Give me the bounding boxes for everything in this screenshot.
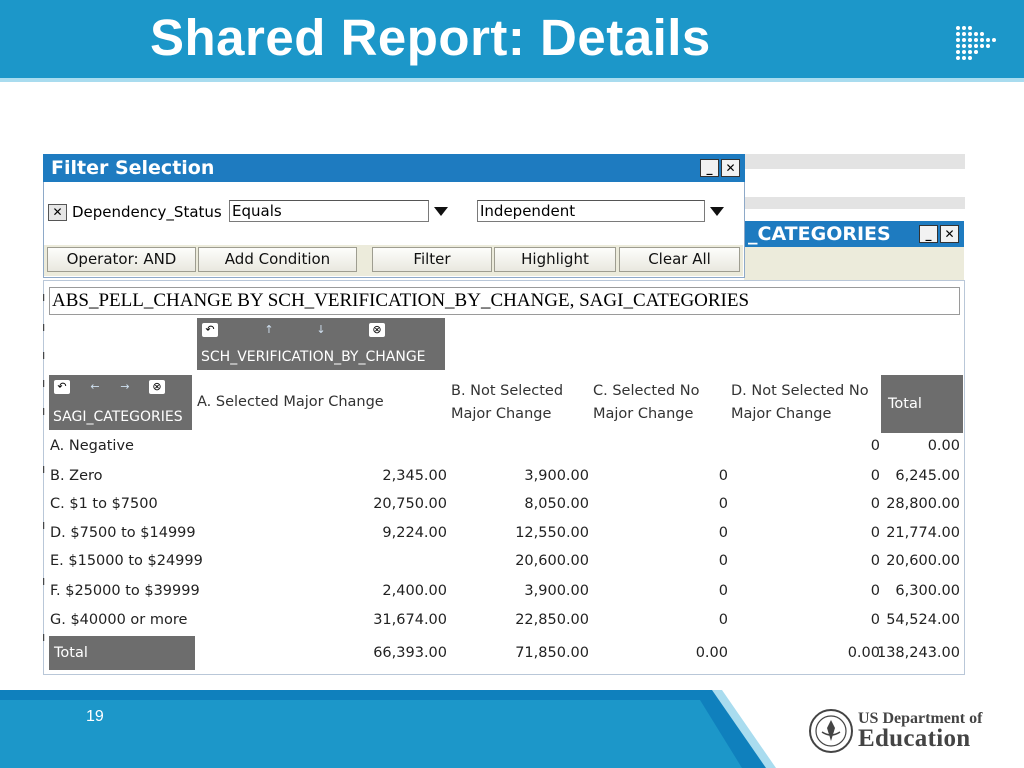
filter-minimize-button[interactable]: _	[700, 159, 719, 177]
table-row: F. $25000 to $39999 2,400.00 3,900.00 0 0 6,3…	[50, 583, 960, 599]
table-row: D. $7500 to $14999 9,224.00 12,550.00 0 0 21,…	[50, 525, 960, 541]
column-header-a: A. Selected Major Change	[197, 394, 384, 410]
column-header-c: C. Selected No Major Change	[593, 383, 700, 422]
column-dimension-label: SCH_VERIFICATION_BY_CHANGE	[201, 349, 426, 365]
filter-field-label: Dependency_Status	[72, 203, 222, 221]
add-condition-button[interactable]: Add Condition	[198, 247, 357, 272]
move-right-icon[interactable]: →	[117, 380, 133, 394]
operator-and-button[interactable]: Operator: AND	[47, 247, 196, 272]
value-select[interactable]: Independent	[477, 200, 705, 222]
highlight-button[interactable]: Highlight	[494, 247, 616, 272]
chevron-down-icon[interactable]	[710, 207, 724, 216]
report-minimize-button[interactable]: _	[919, 225, 938, 243]
report-close-button[interactable]: ✕	[940, 225, 959, 243]
chevron-down-icon[interactable]	[434, 207, 448, 216]
move-left-icon[interactable]: ←	[87, 380, 103, 394]
total-row: 66,393.00 71,850.00 0.00 0.00 138,243.00	[373, 645, 960, 661]
report-window-title: _CATEGORIES	[748, 223, 891, 245]
column-header-d: D. Not Selected No Major Change	[731, 383, 869, 422]
filter-button[interactable]: Filter	[372, 247, 492, 272]
background-window-strip	[744, 154, 965, 169]
department-seal-icon	[809, 709, 853, 753]
report-heading: ABS_PELL_CHANGE BY SCH_VERIFICATION_BY_C…	[49, 287, 960, 315]
column-header-b: B. Not Selected Major Change	[451, 383, 564, 422]
pivot-icon[interactable]: ↶	[202, 323, 218, 337]
remove-dimension-icon[interactable]: ⊗	[369, 323, 385, 337]
remove-condition-button[interactable]: ✕	[48, 204, 67, 221]
table-row: G. $40000 or more 31,674.00 22,850.00 0 0 54,…	[50, 612, 960, 628]
filter-close-button[interactable]: ✕	[721, 159, 740, 177]
table-row: E. $15000 to $24999 20,600.00 0 0 20,600.00	[50, 553, 960, 569]
column-dimension-box[interactable]: ↶ ↑ ↓ ⊗ SCH_VERIFICATION_BY_CHANGE	[197, 318, 445, 370]
page-number: 19	[86, 708, 104, 725]
remove-dimension-icon[interactable]: ⊗	[149, 380, 165, 394]
move-down-icon[interactable]: ↓	[313, 323, 329, 337]
filter-window-title: Filter Selection	[51, 157, 215, 179]
clear-all-button[interactable]: Clear All	[619, 247, 740, 272]
table-row: C. $1 to $7500 20,750.00 8,050.00 0 0 28,800.…	[50, 496, 960, 512]
row-dimension-box[interactable]: ↶ ← → ⊗ SAGI_CATEGORIES	[49, 375, 192, 430]
table-row: A. Negative 0 0.00	[50, 438, 960, 454]
slide-title: Shared Report: Details	[150, 9, 711, 66]
header-divider	[0, 78, 1024, 82]
table-row: B. Zero 2,345.00 3,900.00 0 0 6,245.00	[50, 468, 960, 484]
agency-name-line2: Education	[858, 725, 971, 752]
dot-grid-logo-icon	[956, 26, 996, 60]
move-up-icon[interactable]: ↑	[261, 323, 277, 337]
operator-select[interactable]: Equals	[229, 200, 429, 222]
row-dimension-label: SAGI_CATEGORIES	[53, 409, 183, 425]
total-column-header: Total	[881, 375, 963, 433]
background-window-strip	[744, 197, 965, 209]
pivot-icon[interactable]: ↶	[54, 380, 70, 394]
